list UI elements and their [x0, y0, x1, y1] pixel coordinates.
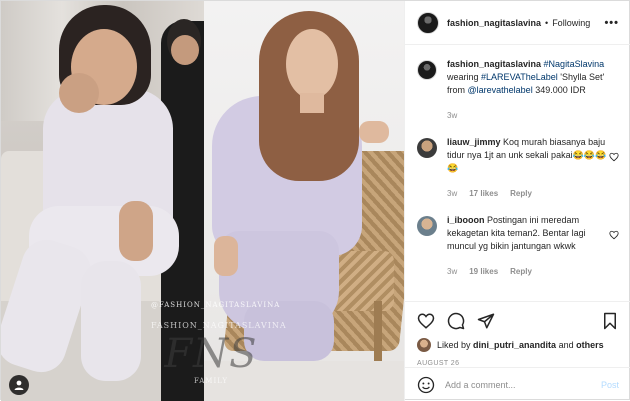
commenter-avatar[interactable]: [417, 216, 437, 236]
caption-text: 349.000 IDR: [535, 85, 586, 95]
add-comment-bar: Add a comment... Post: [405, 367, 630, 401]
likes-prefix: Liked by: [437, 340, 471, 350]
comment-body: i_ibooon Postingan ini meredam kekagetan…: [447, 214, 617, 278]
comment-username[interactable]: liauw_jimmy: [447, 137, 501, 147]
comment-item: liauw_jimmy Koq murah biasanya baju tidu…: [417, 136, 619, 200]
watermark-handle: @FASHION_NAGITASLAVINA: [151, 301, 281, 309]
caption-body: fashion_nagitaslavina #NagitaSlavina wea…: [447, 58, 617, 122]
action-icons: [417, 310, 619, 332]
likes-others-link[interactable]: others: [576, 340, 604, 350]
comment-meta: 3w 17 likes Reply: [447, 187, 617, 200]
author-avatar[interactable]: [417, 11, 439, 34]
post-header: fashion_nagitaslavina • Following •••: [405, 1, 630, 45]
comment-age[interactable]: 3w: [447, 187, 457, 200]
emoji-icon[interactable]: [417, 376, 435, 394]
comment-likes[interactable]: 19 likes: [469, 265, 498, 278]
caption-text: wearing: [447, 72, 479, 82]
following-button[interactable]: Following: [552, 18, 590, 28]
share-icon[interactable]: [477, 312, 495, 330]
likes-summary: Liked by dini_putri_anandita and others: [417, 338, 619, 352]
watermark-family: FAMILY: [193, 377, 229, 385]
caption-username[interactable]: fashion_nagitaslavina: [447, 59, 541, 69]
post-comment-button[interactable]: Post: [601, 380, 619, 390]
hashtag-link[interactable]: #LAREVATheLabel: [481, 72, 558, 82]
hashtag-link[interactable]: #NagitaSlavina: [544, 59, 605, 69]
comment-item: i_ibooon Postingan ini meredam kekagetan…: [417, 214, 619, 278]
comment-body: liauw_jimmy Koq murah biasanya baju tidu…: [447, 136, 617, 200]
reply-button[interactable]: Reply: [510, 265, 532, 278]
comment-heart-icon[interactable]: [609, 230, 619, 240]
post-date[interactable]: AUGUST 26: [417, 360, 619, 367]
user-tag-icon[interactable]: [9, 375, 29, 395]
author-username[interactable]: fashion_nagitaslavina: [447, 18, 541, 28]
commenter-avatar[interactable]: [417, 138, 437, 158]
watermark-logo: FNS: [164, 331, 258, 377]
post-actions: Liked by dini_putri_anandita and others …: [405, 301, 630, 367]
liker-username[interactable]: dini_putri_anandita: [473, 340, 556, 350]
post-sidebar: fashion_nagitaslavina • Following ••• fa…: [404, 1, 630, 401]
caption-avatar[interactable]: [417, 60, 437, 80]
caption-meta: 3w: [447, 109, 617, 122]
likes-and: and: [558, 340, 574, 350]
reply-button[interactable]: Reply: [510, 187, 532, 200]
watermark-name: FASHION_NAGITASLAVINA: [151, 321, 287, 330]
mention-link[interactable]: @larevathelabel: [468, 85, 533, 95]
add-comment-input[interactable]: Add a comment...: [445, 380, 516, 390]
instagram-post: @FASHION_NAGITASLAVINA FASHION_NAGITASLA…: [0, 0, 630, 401]
more-options-button[interactable]: •••: [604, 17, 619, 29]
heart-icon[interactable]: [417, 312, 435, 330]
post-photo[interactable]: @FASHION_NAGITASLAVINA FASHION_NAGITASLA…: [1, 1, 404, 401]
comment-meta: 3w 19 likes Reply: [447, 265, 617, 278]
comment-likes[interactable]: 17 likes: [469, 187, 498, 200]
caption-age[interactable]: 3w: [447, 109, 457, 122]
comment-username[interactable]: i_ibooon: [447, 215, 485, 225]
liker-avatar[interactable]: [417, 338, 431, 352]
caption: fashion_nagitaslavina #NagitaSlavina wea…: [417, 58, 619, 122]
comment-heart-icon[interactable]: [609, 152, 619, 162]
comment-icon[interactable]: [447, 312, 465, 330]
comment-age[interactable]: 3w: [447, 265, 457, 278]
bookmark-icon[interactable]: [601, 312, 619, 330]
header-separator: •: [545, 17, 549, 28]
comments-list[interactable]: fashion_nagitaslavina #NagitaSlavina wea…: [405, 46, 630, 298]
